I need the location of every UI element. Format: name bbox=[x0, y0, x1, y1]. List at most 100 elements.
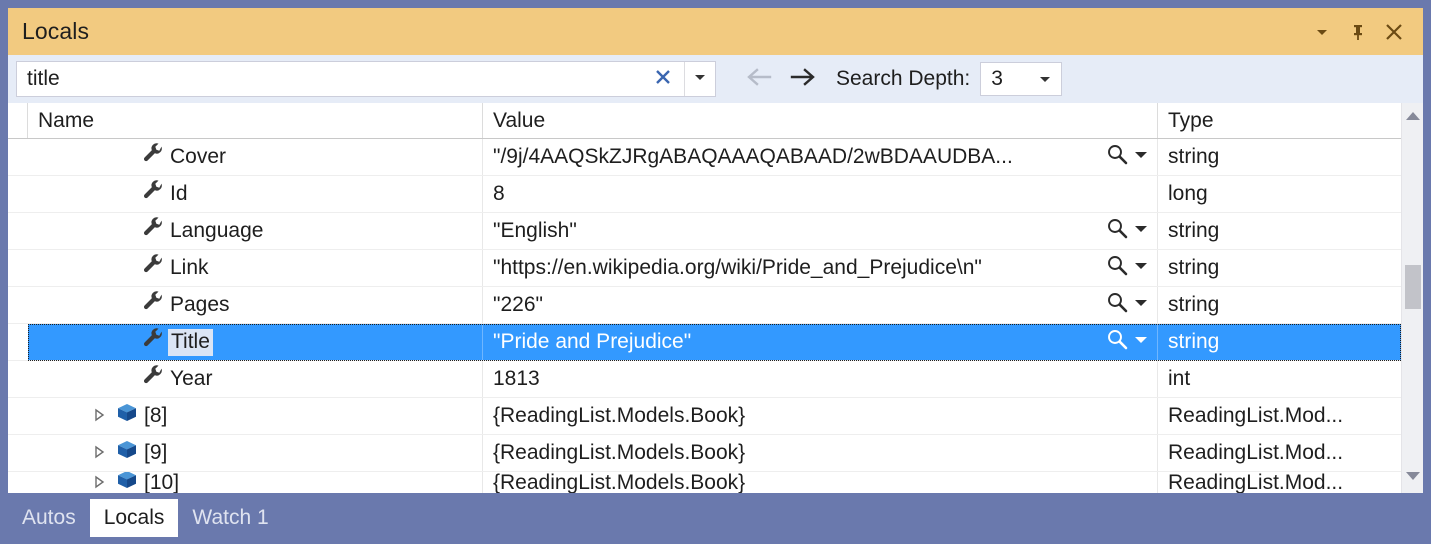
scrollbar-thumb[interactable] bbox=[1405, 265, 1421, 309]
value-visualizer-controls[interactable] bbox=[1105, 216, 1157, 246]
search-input[interactable]: title bbox=[17, 67, 642, 91]
tab-locals[interactable]: Locals bbox=[89, 499, 179, 537]
value-visualizer-controls[interactable] bbox=[1105, 327, 1157, 357]
row-value-label: "English" bbox=[493, 219, 577, 242]
cell-value[interactable]: 1813 bbox=[483, 361, 1158, 397]
visualizer-magnifier-icon[interactable] bbox=[1105, 216, 1129, 246]
window-title: Locals bbox=[22, 18, 90, 44]
cell-name[interactable]: Language bbox=[28, 213, 483, 249]
wrench-icon bbox=[141, 179, 165, 209]
table-row[interactable]: Title "Pride and Prejudice" string bbox=[8, 324, 1401, 361]
table-row[interactable]: [9] {ReadingList.Models.Book} ReadingList.… bbox=[8, 435, 1401, 472]
cell-name[interactable]: Cover bbox=[28, 139, 483, 175]
table-row[interactable]: [8] {ReadingList.Models.Book} ReadingList.… bbox=[8, 398, 1401, 435]
visualizer-magnifier-icon[interactable] bbox=[1105, 290, 1129, 320]
cell-name[interactable]: Link bbox=[28, 250, 483, 286]
cell-value[interactable]: {ReadingList.Models.Book} bbox=[483, 398, 1158, 434]
wrench-icon bbox=[141, 290, 165, 320]
row-name-label: Year bbox=[170, 367, 213, 390]
row-gutter bbox=[8, 250, 28, 286]
visualizer-dropdown-icon[interactable] bbox=[1133, 256, 1149, 280]
row-expander[interactable] bbox=[86, 441, 112, 465]
cell-value[interactable]: "226" bbox=[483, 287, 1158, 323]
cell-type: ReadingList.Mod... bbox=[1168, 404, 1344, 427]
cell-type: string bbox=[1168, 293, 1220, 316]
cell-name[interactable]: [8] bbox=[28, 398, 483, 434]
row-name-label: Id bbox=[170, 182, 188, 205]
cell-name[interactable]: Title bbox=[28, 324, 483, 360]
cell-value[interactable]: "Pride and Prejudice" bbox=[483, 324, 1158, 360]
cell-name[interactable]: Pages bbox=[28, 287, 483, 323]
tab-watch-1[interactable]: Watch 1 bbox=[178, 499, 282, 537]
search-clear-button[interactable] bbox=[642, 62, 684, 96]
expand-triangle-icon bbox=[93, 472, 105, 493]
row-gutter bbox=[8, 472, 28, 493]
wrench-icon bbox=[141, 142, 165, 172]
grid-body: Name Value Type Cover "/9j/4AAQSkZJRgABAQ… bbox=[8, 103, 1401, 493]
search-depth-select[interactable]: 3 bbox=[980, 62, 1063, 96]
cell-value[interactable]: {ReadingList.Models.Book} bbox=[483, 472, 1158, 493]
visualizer-magnifier-icon[interactable] bbox=[1105, 253, 1129, 283]
visualizer-dropdown-icon[interactable] bbox=[1133, 330, 1149, 354]
column-header-value[interactable]: Value bbox=[483, 103, 1158, 138]
window-menu-chevron[interactable] bbox=[1305, 15, 1339, 49]
search-next-button[interactable] bbox=[784, 62, 824, 96]
table-row[interactable]: Id 8 long bbox=[8, 176, 1401, 213]
triangle-down-icon bbox=[1405, 469, 1421, 487]
cell-type: int bbox=[1168, 367, 1191, 390]
table-row[interactable]: Link "https://en.wikipedia.org/wiki/Pride… bbox=[8, 250, 1401, 287]
search-previous-button[interactable] bbox=[738, 62, 778, 96]
vertical-scrollbar[interactable] bbox=[1401, 103, 1423, 493]
triangle-up-icon bbox=[1405, 109, 1421, 127]
column-header-name[interactable]: Name bbox=[28, 103, 483, 138]
row-gutter bbox=[8, 213, 28, 249]
row-expander[interactable] bbox=[86, 404, 112, 428]
visualizer-magnifier-icon[interactable] bbox=[1105, 327, 1129, 357]
visualizer-magnifier-icon[interactable] bbox=[1105, 142, 1129, 172]
visualizer-dropdown-icon[interactable] bbox=[1133, 145, 1149, 169]
cell-name[interactable]: Id bbox=[28, 176, 483, 212]
column-header-type[interactable]: Type bbox=[1158, 103, 1401, 138]
row-name-label: Cover bbox=[170, 145, 227, 168]
search-options-dropdown[interactable] bbox=[684, 62, 715, 96]
visualizer-dropdown-icon[interactable] bbox=[1133, 293, 1149, 317]
row-expander[interactable] bbox=[86, 472, 112, 493]
table-row[interactable]: [10] {ReadingList.Models.Book} ReadingList… bbox=[8, 472, 1401, 493]
cell-value[interactable]: {ReadingList.Models.Book} bbox=[483, 435, 1158, 471]
row-name-label: [9] bbox=[144, 441, 168, 464]
search-box[interactable]: title bbox=[16, 61, 716, 97]
table-row[interactable]: Year 1813 int bbox=[8, 361, 1401, 398]
row-type-icon bbox=[138, 142, 168, 172]
expand-triangle-icon bbox=[93, 441, 105, 465]
cell-value[interactable]: "https://en.wikipedia.org/wiki/Pride_and… bbox=[483, 250, 1158, 286]
row-type-icon bbox=[112, 439, 142, 467]
tab-autos[interactable]: Autos bbox=[8, 499, 90, 537]
row-name-label: Title bbox=[168, 328, 213, 356]
row-value-label: "/9j/4AAQSkZJRgABAQAAAQABAAD/2wBDAAUDBA.… bbox=[493, 145, 1013, 168]
cell-type: ReadingList.Mod... bbox=[1168, 472, 1344, 493]
scroll-down-button[interactable] bbox=[1402, 467, 1423, 489]
window-titlebar: Locals bbox=[8, 8, 1423, 55]
visualizer-dropdown-icon[interactable] bbox=[1133, 219, 1149, 243]
cell-type: string bbox=[1168, 256, 1220, 279]
pin-button[interactable] bbox=[1341, 15, 1375, 49]
value-visualizer-controls[interactable] bbox=[1105, 142, 1157, 172]
table-row[interactable]: Language "English" string bbox=[8, 213, 1401, 250]
row-gutter bbox=[8, 287, 28, 323]
row-type-icon bbox=[138, 179, 168, 209]
table-row[interactable]: Pages "226" string bbox=[8, 287, 1401, 324]
row-value-label: {ReadingList.Models.Book} bbox=[493, 472, 746, 493]
value-visualizer-controls[interactable] bbox=[1105, 253, 1157, 283]
table-row[interactable]: Cover "/9j/4AAQSkZJRgABAQAAAQABAAD/2wBDAA… bbox=[8, 139, 1401, 176]
scroll-up-button[interactable] bbox=[1402, 107, 1423, 129]
cell-value[interactable]: 8 bbox=[483, 176, 1158, 212]
cell-name[interactable]: Year bbox=[28, 361, 483, 397]
value-visualizer-controls[interactable] bbox=[1105, 290, 1157, 320]
cell-value[interactable]: "English" bbox=[483, 213, 1158, 249]
grid-header-gutter bbox=[8, 103, 28, 138]
close-button[interactable] bbox=[1377, 15, 1411, 49]
cell-name[interactable]: [9] bbox=[28, 435, 483, 471]
cell-name[interactable]: [10] bbox=[28, 472, 483, 493]
cell-value[interactable]: "/9j/4AAQSkZJRgABAQAAAQABAAD/2wBDAAUDBA.… bbox=[483, 139, 1158, 175]
row-name-label: [8] bbox=[144, 404, 168, 427]
